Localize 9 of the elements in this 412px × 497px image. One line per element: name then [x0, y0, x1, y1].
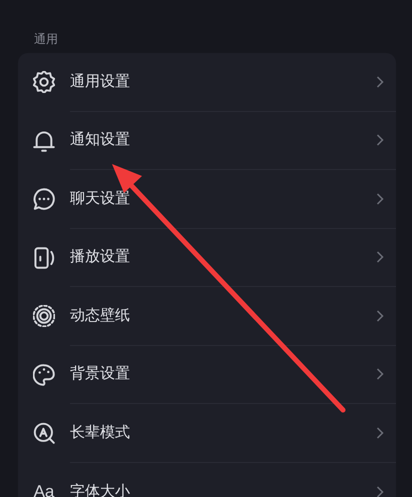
setting-label[interactable]: 播放设置	[70, 246, 130, 268]
setting-label[interactable]: 聊天设置	[70, 188, 130, 210]
setting-label[interactable]: 背景设置	[70, 363, 130, 386]
setting-label[interactable]: 长辈模式	[70, 422, 130, 444]
font-size-icon: Aa	[34, 479, 54, 497]
setting-label[interactable]: 动态壁纸	[70, 304, 130, 327]
section-title: 通用	[34, 32, 58, 46]
setting-label[interactable]: 通知设置	[70, 129, 130, 152]
setting-label[interactable]: 通用设置	[70, 70, 130, 93]
